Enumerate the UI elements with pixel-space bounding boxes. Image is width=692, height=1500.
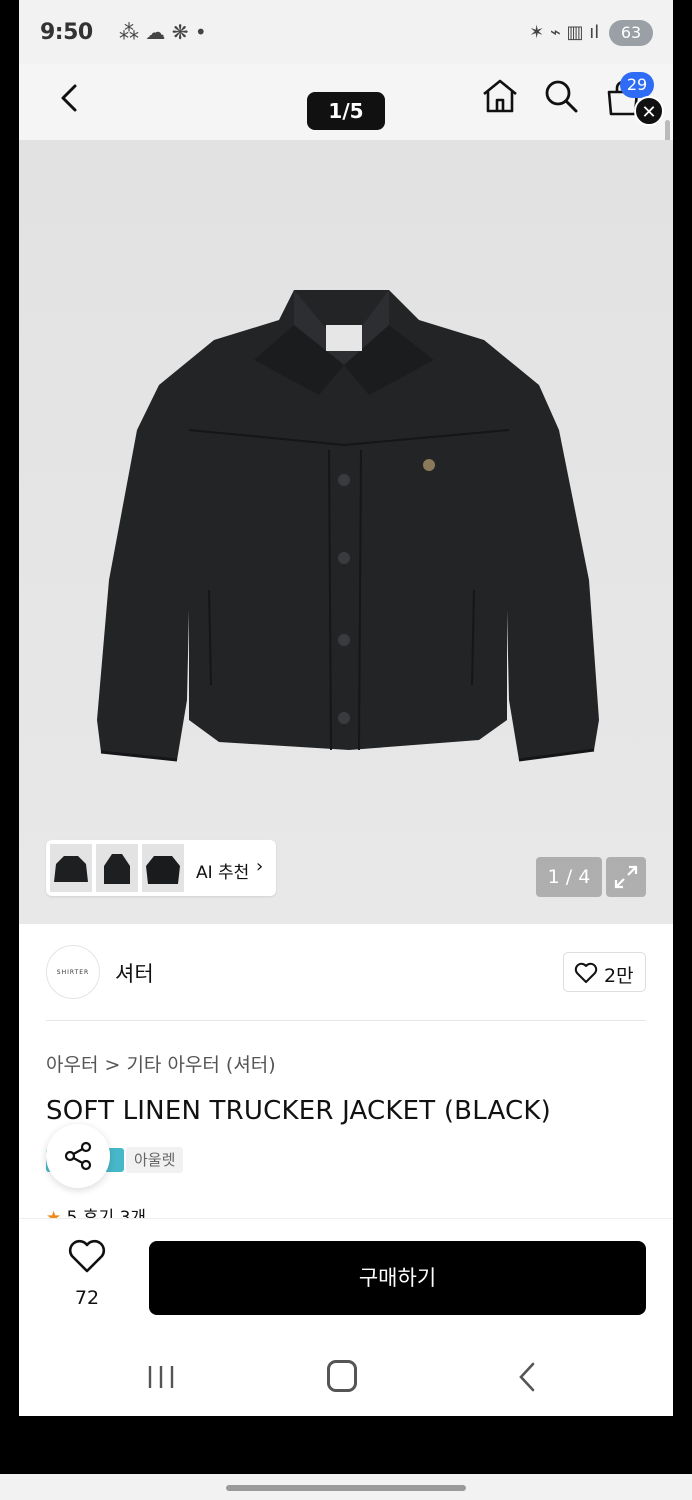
share-button[interactable] [46,1124,110,1188]
battery-icon: 63 [609,20,653,46]
product-image-carousel[interactable]: AI 추천 › 1 / 4 [19,140,673,924]
cart-count-badge: 29 [620,72,654,98]
brand-like-button[interactable]: 2만 [563,952,646,992]
brand-name[interactable]: 셔터 [115,958,154,988]
thumbnail-side[interactable] [96,844,138,892]
thumbnail-back[interactable] [142,844,184,892]
image-counter: 1 / 4 [536,857,602,897]
search-icon[interactable] [541,76,581,116]
share-icon [64,1141,92,1171]
system-nav-bar [19,1342,673,1416]
app-screen: 9:50 ⁂ ☁ ❋ • ✶ ⌁ ▥ ıl 63 1/5 29 ✕ AI 추천 … [19,0,673,1416]
purchase-bar: 72 구매하기 [19,1218,673,1342]
heart-icon [574,962,598,983]
notification-icons: ⁂ ☁ ❋ • [119,20,207,44]
device-frame: 9:50 ⁂ ☁ ❋ • ✶ ⌁ ▥ ıl 63 1/5 29 ✕ AI 추천 … [0,0,692,1500]
close-icon[interactable]: ✕ [634,96,664,126]
recent-apps-icon[interactable] [146,1362,176,1392]
chevron-right-icon: › [256,856,264,877]
product-title: SOFT LINEN TRUCKER JACKET (BLACK) [46,1096,551,1126]
home-indicator [0,1474,692,1500]
system-icons: ✶ ⌁ ▥ ıl 63 [529,20,653,46]
product-jacket-image [97,290,599,762]
page-indicator: 1/5 [307,92,385,130]
breadcrumb[interactable]: 아우터 > 기타 아우터 (셔터) [46,1050,276,1077]
status-bar: 9:50 ⁂ ☁ ❋ • ✶ ⌁ ▥ ıl 63 [19,0,673,64]
nav-back-icon[interactable] [513,1360,543,1394]
brand-like-count: 2만 [604,965,634,987]
status-time: 9:50 [40,20,93,45]
outlet-tag: 아울렛 [126,1147,184,1173]
back-icon[interactable] [53,78,89,118]
divider [46,1020,646,1021]
nav-home-icon[interactable] [327,1360,357,1392]
home-icon[interactable] [480,76,520,116]
wishlist-count: 72 [74,1287,100,1309]
top-header: 1/5 29 ✕ [19,64,673,140]
ai-recommend-strip[interactable]: AI 추천 › [46,840,276,896]
wishlist-button[interactable]: 72 [59,1239,115,1309]
expand-icon[interactable] [606,857,646,897]
brand-logo[interactable]: SHIRTER [46,945,100,999]
signal-icons: ✶ ⌁ ▥ ıl [529,22,600,43]
heart-icon [68,1239,106,1273]
buy-button[interactable]: 구매하기 [149,1241,646,1315]
ai-recommend-label: AI 추천 [196,863,250,883]
home-indicator-bar[interactable] [226,1485,466,1491]
thumbnail-front[interactable] [50,844,92,892]
